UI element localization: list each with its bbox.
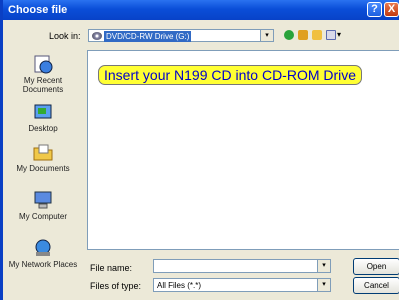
file-type-value: All Files (*.*) [157,281,202,290]
file-name-label: File name: [90,263,133,273]
place-my-computer[interactable]: My Computer [3,190,83,221]
place-label: My Computer [18,212,67,221]
file-type-label: Files of type: [90,281,142,291]
close-button[interactable]: X [384,2,399,17]
place-my-documents[interactable]: My Documents [3,142,83,173]
chevron-down-icon[interactable]: ▾ [260,30,273,41]
place-label: My Recent Documents [22,76,64,94]
chevron-down-icon[interactable]: ▾ [317,260,330,272]
views-dropdown-arrow[interactable]: ▾ [337,30,341,39]
desktop-icon [32,102,54,122]
choose-file-dialog: Choose file ? X Look in: DVD/CD-RW Drive… [0,0,399,300]
cancel-button[interactable]: Cancel [353,277,399,294]
chevron-down-icon[interactable]: ▾ [317,279,330,291]
my-computer-icon [32,190,54,210]
title-bar[interactable]: Choose file ? X [3,0,399,20]
place-label: My Documents [16,164,70,173]
up-folder-icon[interactable] [298,30,308,40]
look-in-dropdown[interactable]: DVD/CD-RW Drive (G:) ▾ [88,29,274,42]
look-in-label: Look in: [49,31,81,41]
file-list[interactable]: Insert your N199 CD into CD-ROM Drive [87,50,399,250]
place-recent-documents[interactable]: My Recent Documents [3,54,83,94]
window-title: Choose file [8,4,68,16]
help-button[interactable]: ? [367,2,382,17]
file-type-dropdown[interactable]: All Files (*.*) ▾ [153,278,331,292]
new-folder-icon[interactable] [312,30,322,40]
places-bar: My Recent Documents Desktop My Documents… [3,50,83,300]
file-name-input[interactable]: ▾ [153,259,331,273]
back-icon[interactable] [284,30,294,40]
recent-documents-icon [32,54,54,74]
place-desktop[interactable]: Desktop [3,102,83,133]
my-documents-icon [32,142,54,162]
cd-drive-icon [92,32,102,40]
insert-cd-banner: Insert your N199 CD into CD-ROM Drive [98,65,363,85]
open-button[interactable]: Open [353,258,399,275]
network-places-icon [32,238,54,258]
views-menu-icon[interactable] [326,30,336,40]
place-network[interactable]: My Network Places [3,238,83,269]
look-in-value: DVD/CD-RW Drive (G:) [104,31,192,42]
place-label: Desktop [28,124,58,133]
place-label: My Network Places [8,260,78,269]
